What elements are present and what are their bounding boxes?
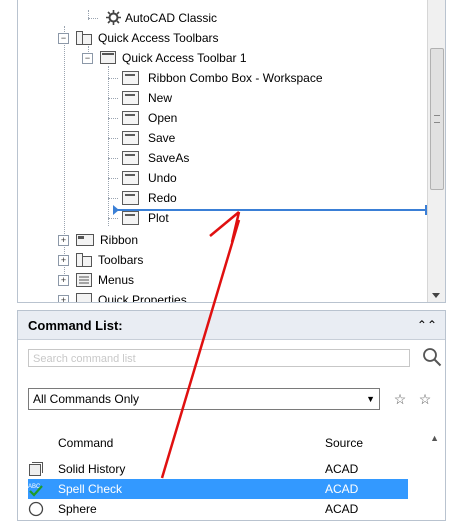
tree-connector	[108, 138, 118, 139]
tree-item-quick-properties[interactable]: + Quick Properties	[18, 290, 418, 303]
tree-item-quick-access-toolbars[interactable]: − Quick Access Toolbars	[18, 28, 418, 48]
collapse-icon[interactable]: −	[82, 53, 93, 64]
tree-item-label: Plot	[148, 211, 169, 225]
tree-connector	[108, 98, 118, 99]
expand-icon[interactable]: +	[58, 235, 69, 246]
tree-item-label: Quick Access Toolbars	[98, 31, 219, 45]
list-item[interactable]: Sphere ACAD	[28, 499, 408, 519]
tree-item-quick-access-toolbar-1[interactable]: − Quick Access Toolbar 1	[18, 48, 418, 68]
tree-item-undo[interactable]: Undo	[18, 168, 418, 188]
toolbar-button-icon	[122, 211, 139, 225]
spell-check-icon: ABC	[28, 484, 43, 497]
collapse-icon[interactable]: −	[58, 33, 69, 44]
tree-item-label: Quick Properties	[98, 293, 187, 303]
toolbar-button-icon	[122, 131, 139, 145]
command-source: ACAD	[325, 502, 359, 516]
grip-icon	[434, 115, 440, 123]
tree-item-label: Undo	[148, 171, 177, 185]
tree-scrollbar[interactable]	[427, 0, 445, 302]
tree-connector	[108, 118, 118, 119]
tree-item-autocad-classic[interactable]: AutoCAD Classic	[18, 8, 418, 28]
command-list-header: Command List: ⌃⌃	[18, 311, 445, 340]
toolbars-icon	[76, 31, 92, 45]
expand-icon[interactable]: +	[58, 255, 69, 266]
list-item[interactable]: Solid History ACAD	[28, 459, 408, 479]
tree-item-label: Quick Access Toolbar 1	[122, 51, 247, 65]
expand-icon[interactable]: +	[58, 275, 69, 286]
expand-icon[interactable]: +	[58, 295, 69, 302]
tree-item-label: Redo	[148, 191, 177, 205]
tree-item-new[interactable]: New	[18, 88, 418, 108]
tree-item-ribbon-combo-box[interactable]: Ribbon Combo Box - Workspace	[18, 68, 418, 88]
command-source: ACAD	[325, 462, 359, 476]
tree-item-label: Menus	[98, 273, 135, 287]
toolbar-button-icon	[122, 71, 139, 85]
sphere-icon	[28, 501, 44, 517]
dropdown-arrow-icon[interactable]: ▼	[366, 389, 375, 409]
scrollbar-thumb[interactable]	[430, 48, 444, 190]
tree-item-saveas[interactable]: SaveAs	[18, 148, 418, 168]
tree-connector	[108, 78, 118, 79]
tree-item-label: Ribbon Combo Box - Workspace	[148, 71, 323, 85]
command-filter-dropdown[interactable]: All Commands Only ▼	[28, 388, 380, 410]
toolbars-icon	[76, 253, 92, 267]
tree-item-label: Save	[148, 131, 176, 145]
tree-item-label: Toolbars	[98, 253, 144, 267]
tree-item-label: SaveAs	[148, 151, 190, 165]
scroll-up-icon[interactable]: ▲	[430, 433, 439, 443]
tree-item-save[interactable]: Save	[18, 128, 418, 148]
tree-item-toolbars[interactable]: + Toolbars	[18, 250, 418, 270]
command-filter-value: All Commands Only	[33, 392, 140, 406]
tree-connector	[108, 218, 118, 219]
tree-item-open[interactable]: Open	[18, 108, 418, 128]
command-source: ACAD	[325, 482, 359, 496]
command-name: Spell Check	[58, 482, 123, 496]
search-input[interactable]: Search command list	[28, 349, 410, 367]
menus-icon	[76, 273, 92, 287]
collapse-panel-icon[interactable]: ⌃⌃	[417, 318, 437, 332]
tree-item-redo[interactable]: Redo	[18, 188, 418, 208]
toolbar-button-icon	[122, 191, 139, 205]
toolbar-icon	[100, 51, 116, 64]
toolbar-button-icon	[122, 171, 139, 185]
tree-item-menus[interactable]: + Menus	[18, 270, 418, 290]
customizations-tree[interactable]: AutoCAD Classic − Quick Access Toolbars …	[17, 0, 446, 303]
gear-icon	[106, 10, 121, 25]
toolbar-button-icon	[122, 91, 139, 105]
command-list-columns: Command Source	[28, 433, 426, 455]
toolbar-button-icon	[122, 111, 139, 125]
command-name: Sphere	[58, 502, 97, 516]
ribbon-icon	[76, 234, 94, 246]
tree-connector	[108, 198, 118, 199]
tree-connector	[108, 178, 118, 179]
column-header-source[interactable]: Source	[325, 436, 363, 450]
tree-connector	[108, 158, 118, 159]
find-command-icon[interactable]: ☆	[390, 389, 410, 409]
command-list-title: Command List:	[28, 318, 123, 333]
list-item-selected[interactable]: ABC Spell Check ACAD	[28, 479, 408, 499]
tree-item-label: AutoCAD Classic	[125, 11, 218, 25]
tree-item-label: Open	[148, 111, 178, 125]
tree-item-ribbon[interactable]: + Ribbon	[18, 230, 418, 250]
column-header-command[interactable]: Command	[58, 436, 113, 450]
tree-item-plot[interactable]: Plot	[18, 208, 418, 228]
scroll-down-icon[interactable]	[432, 293, 440, 298]
search-icon[interactable]	[422, 347, 442, 367]
toolbar-button-icon	[122, 151, 139, 165]
solid-history-icon	[29, 462, 43, 476]
create-command-icon[interactable]: ☆	[415, 389, 435, 409]
tree-item-label: Ribbon	[100, 233, 139, 247]
command-list-panel: Command List: ⌃⌃ Search command list All…	[17, 310, 446, 521]
command-name: Solid History	[58, 462, 126, 476]
properties-icon	[76, 293, 92, 302]
tree-item-label: New	[148, 91, 173, 105]
